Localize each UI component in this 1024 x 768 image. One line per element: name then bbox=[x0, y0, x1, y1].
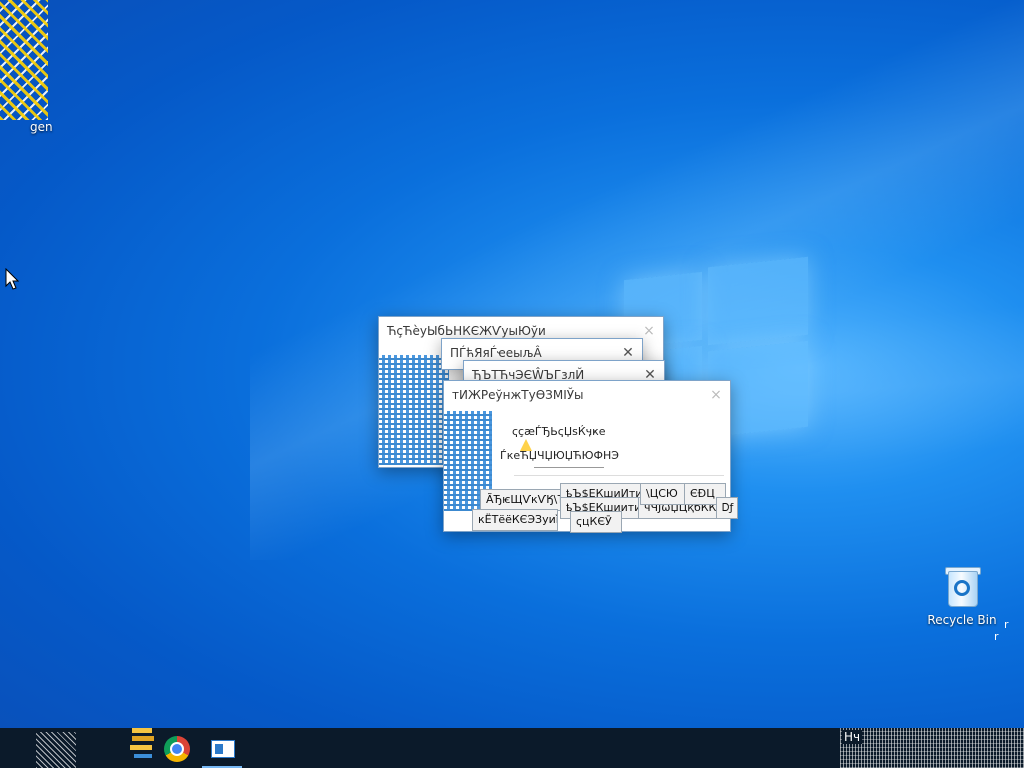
desktop-icon-keygen[interactable]: gen bbox=[0, 0, 76, 160]
desktop-icon-label: Recycle Bin bbox=[927, 613, 997, 627]
chrome-icon[interactable] bbox=[164, 736, 190, 762]
close-icon[interactable]: × bbox=[702, 381, 730, 409]
dialog-body: ҁҫӕЃЂЬҁЏѕЌӌҝе ЃкеЋЏЧЏЮЏЋЮФНЭ ÃЂѥЩѴкѴӃ\ЪЇ… bbox=[444, 409, 738, 533]
stray-text: r bbox=[994, 630, 999, 643]
dialog-button[interactable]: ҁцКЄӮ bbox=[570, 511, 622, 533]
dialog-button[interactable]: кЁТёёКЄЭЗуиì bbox=[472, 509, 558, 531]
system-tray[interactable] bbox=[840, 728, 1024, 768]
mouse-cursor-icon bbox=[5, 268, 19, 290]
desktop-icon-recycle-bin[interactable]: Recycle Bin bbox=[924, 565, 1000, 627]
dialog-title: ЋçЋѐуЫбЬНКЄЖѴуыЮўи bbox=[387, 324, 546, 338]
dialog-message-line: ҁҫӕЃЂЬҁЏѕЌӌҝе bbox=[512, 425, 606, 438]
tray-text: Нч bbox=[842, 730, 863, 744]
app-window-icon[interactable] bbox=[202, 728, 242, 768]
keygen-icon bbox=[0, 0, 48, 120]
dialog-window[interactable]: тИЖРеўнжТуѲЗМІЎы × ҁҫӕЃЂЬҁЏѕЌӌҝе ЃкеЋЏЧЏ… bbox=[443, 380, 738, 533]
dialog-message-line: ЃкеЋЏЧЏЮЏЋЮФНЭ bbox=[500, 449, 619, 462]
dialog-title: тИЖРеўнжТуѲЗМІЎы bbox=[452, 388, 584, 402]
divider bbox=[514, 475, 724, 476]
dialog-title: ПЃћЯяЃҽеыљÂ bbox=[450, 346, 542, 360]
divider bbox=[534, 467, 604, 468]
dialog-titlebar[interactable]: тИЖРеўнжТуѲЗМІЎы × bbox=[444, 381, 730, 409]
dialog-button[interactable]: Ꭰƒ bbox=[716, 497, 738, 519]
desktop-icon-label: gen bbox=[30, 120, 53, 134]
dialog-button[interactable]: ÃЂѥЩѴкѴӃ\ЪЇѥ bbox=[480, 489, 566, 511]
glitch-artifact bbox=[379, 355, 449, 465]
stray-text: r bbox=[1004, 618, 1009, 631]
file-explorer-icon[interactable] bbox=[130, 728, 156, 768]
recycle-bin-icon bbox=[942, 565, 982, 607]
start-icon[interactable] bbox=[36, 732, 76, 768]
